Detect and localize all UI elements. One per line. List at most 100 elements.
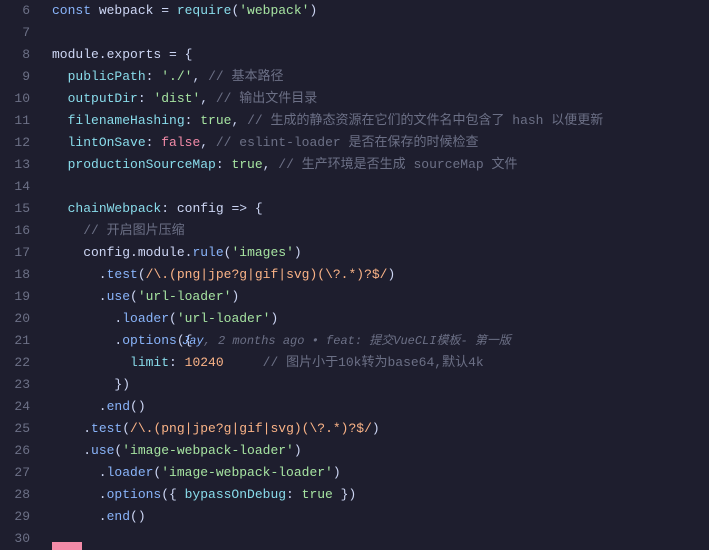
token-plain (52, 113, 68, 128)
token-plain: . (52, 289, 107, 304)
token-plain: }) (52, 377, 130, 392)
line-number: 23 (6, 374, 30, 396)
token-comment: // 输出文件目录 (216, 91, 317, 106)
red-marker (52, 542, 82, 550)
token-method: test (91, 421, 122, 436)
token-punc: ) (387, 267, 395, 282)
code-line: chainWebpack: config => { (52, 198, 709, 220)
token-punc: ) (309, 3, 317, 18)
token-method: loader (122, 311, 169, 326)
token-plain: , (231, 113, 247, 128)
code-line: .loader('url-loader') (52, 308, 709, 330)
line-number: 22 (6, 352, 30, 374)
token-prop: chainWebpack (68, 201, 162, 216)
token-prop: productionSourceMap (68, 157, 216, 172)
token-plain: : (146, 135, 162, 150)
line-number: 16 (6, 220, 30, 242)
token-regex: /\.(png|jpe?g|gif|svg)(\?.*)?$/ (130, 421, 372, 436)
token-plain (52, 157, 68, 172)
token-plain (52, 201, 68, 216)
token-plain: : (286, 487, 302, 502)
line-number: 14 (6, 176, 30, 198)
token-plain: config.module. (52, 245, 192, 260)
token-str: 'url-loader' (138, 289, 232, 304)
token-plain: : (185, 113, 201, 128)
line-number: 15 (6, 198, 30, 220)
token-plain: : (146, 69, 162, 84)
code-content[interactable]: const webpack = require('webpack') modul… (40, 0, 709, 550)
token-comment: // 生成的静态资源在它们的文件名中包含了 hash 以便更新 (247, 113, 603, 128)
line-number: 29 (6, 506, 30, 528)
token-bool-t: true (302, 487, 333, 502)
token-punc: ) (231, 289, 239, 304)
token-bool-t: true (231, 157, 262, 172)
token-comment: // 开启图片压缩 (83, 223, 184, 238)
line-number: 17 (6, 242, 30, 264)
code-line: // 开启图片压缩 (52, 220, 709, 242)
token-prop: bypassOnDebug (185, 487, 286, 502)
line-number: 19 (6, 286, 30, 308)
token-plain: : (169, 355, 185, 370)
token-plain: . (52, 311, 122, 326)
code-line: limit: 10240 // 图片小于10k转为base64,默认4k (52, 352, 709, 374)
token-str: 'dist' (153, 91, 200, 106)
token-punc: ) (294, 245, 302, 260)
line-number: 24 (6, 396, 30, 418)
code-line (52, 22, 709, 44)
token-str: 'image-webpack-loader' (161, 465, 333, 480)
code-line: .loader('image-webpack-loader') (52, 462, 709, 484)
token-comment: // eslint-loader 是否在保存的时候检查 (216, 135, 479, 150)
token-bool-f: false (161, 135, 200, 150)
token-punc: ( (138, 267, 146, 282)
token-str: 'image-webpack-loader' (122, 443, 294, 458)
code-line: outputDir: 'dist', // 输出文件目录 (52, 88, 709, 110)
token-str: 'webpack' (239, 3, 309, 18)
token-plain (224, 355, 263, 370)
line-number: 13 (6, 154, 30, 176)
line-number: 6 (6, 0, 30, 22)
token-str: 'images' (231, 245, 293, 260)
code-line: .end() (52, 506, 709, 528)
token-plain: webpack = (99, 3, 177, 18)
line-number: 12 (6, 132, 30, 154)
token-bool-t: true (200, 113, 231, 128)
token-plain: , (200, 135, 216, 150)
token-prop: outputDir (68, 91, 138, 106)
token-punc: }) (333, 487, 356, 502)
token-method: use (91, 443, 114, 458)
code-line: productionSourceMap: true, // 生产环境是否生成 s… (52, 154, 709, 176)
token-punc: ) (333, 465, 341, 480)
token-plain: , (200, 91, 216, 106)
code-line: const webpack = require('webpack') (52, 0, 709, 22)
token-punc: ( (169, 311, 177, 326)
token-plain: , (192, 69, 208, 84)
code-line: }) (52, 374, 709, 396)
token-plain: . (52, 509, 107, 524)
line-number: 28 (6, 484, 30, 506)
token-prop: filenameHashing (68, 113, 185, 128)
code-line: .test(/\.(png|jpe?g|gif|svg)(\?.*)?$/) (52, 418, 709, 440)
token-method: options (122, 333, 177, 348)
token-str: './' (161, 69, 192, 84)
token-plain: . (52, 421, 91, 436)
code-line: .test(/\.(png|jpe?g|gif|svg)(\?.*)?$/) (52, 264, 709, 286)
token-plain: . (52, 487, 107, 502)
line-number: 18 (6, 264, 30, 286)
line-number: 11 (6, 110, 30, 132)
code-editor: 6789101112131415161718192021222324252627… (0, 0, 709, 550)
token-plain: . (52, 465, 107, 480)
token-plain: : (216, 157, 232, 172)
line-number: 9 (6, 66, 30, 88)
token-punc: ) (270, 311, 278, 326)
code-line: module.exports = { (52, 44, 709, 66)
token-arrow: => (231, 201, 247, 216)
code-line: publicPath: './', // 基本路径 (52, 66, 709, 88)
token-method: use (107, 289, 130, 304)
code-line: .options({Jay, 2 months ago • feat: 提交Vu… (52, 330, 709, 352)
code-line: .use('image-webpack-loader') (52, 440, 709, 462)
code-line (52, 528, 709, 550)
token-plain: . (52, 267, 107, 282)
token-method: end (107, 399, 130, 414)
token-plain (52, 135, 68, 150)
token-comment: // 基本路径 (208, 69, 283, 84)
